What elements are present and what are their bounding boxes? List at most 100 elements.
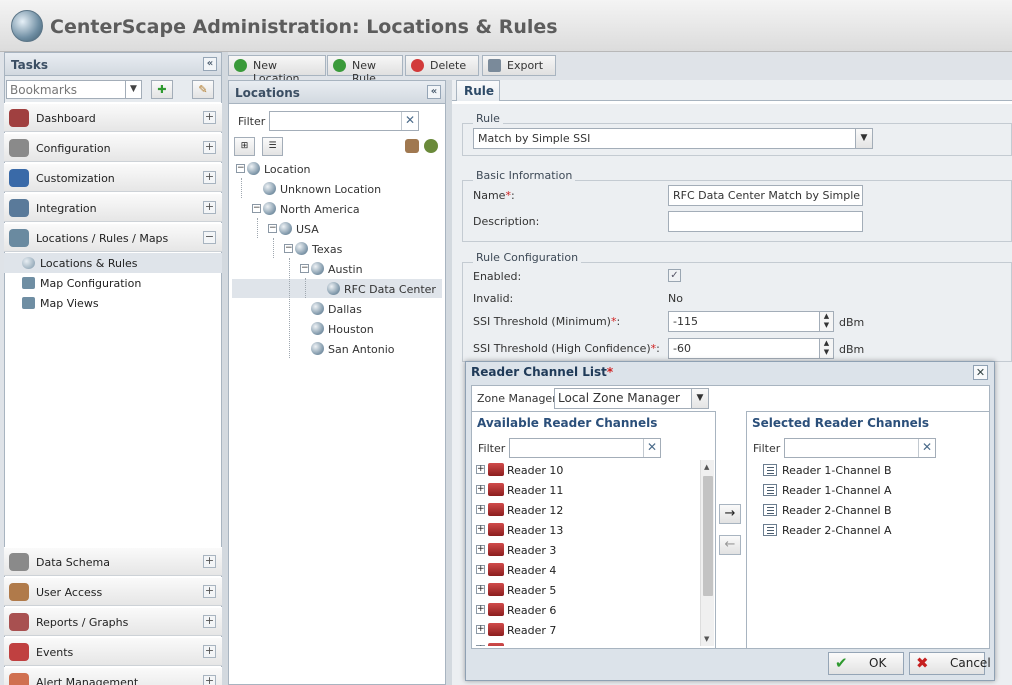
- list-item[interactable]: + Reader 6: [472, 600, 692, 620]
- task-group-integration[interactable]: Integration +: [4, 193, 222, 222]
- expand-icon[interactable]: +: [203, 585, 216, 598]
- collapse-node-icon[interactable]: −: [284, 244, 293, 253]
- sidebar-item-locations-rules[interactable]: Locations & Rules: [4, 253, 222, 273]
- collapse-node-icon[interactable]: −: [252, 204, 261, 213]
- list-item[interactable]: + Reader 5: [472, 580, 692, 600]
- list-item[interactable]: Reader 2-Channel A: [747, 520, 977, 540]
- scroll-down-icon[interactable]: ▼: [704, 635, 709, 643]
- task-group-locations-rules-maps[interactable]: Locations / Rules / Maps −: [4, 223, 222, 252]
- sidebar-item-map-views[interactable]: Map Views: [4, 293, 222, 313]
- new-location-button[interactable]: New Location: [228, 55, 326, 85]
- chevron-down-icon[interactable]: ▼: [125, 81, 141, 98]
- expand-icon[interactable]: +: [476, 625, 485, 634]
- list-item[interactable]: + Reader 11: [472, 480, 692, 500]
- edit-bookmark-button[interactable]: ✎: [192, 80, 214, 99]
- scroll-thumb[interactable]: [703, 476, 713, 596]
- task-group-reports-graphs[interactable]: Reports / Graphs +: [4, 607, 222, 636]
- expand-icon[interactable]: +: [476, 585, 485, 594]
- collapse-node-icon[interactable]: −: [236, 164, 245, 173]
- list-item[interactable]: + Reader 12: [472, 500, 692, 520]
- expand-icon[interactable]: +: [476, 605, 485, 614]
- expand-icon[interactable]: +: [476, 525, 485, 534]
- location-filter-input[interactable]: ✕: [269, 111, 419, 131]
- location-filter-label: Filter: [238, 115, 266, 128]
- export-button[interactable]: Export: [482, 55, 556, 76]
- available-filter-input[interactable]: ✕: [509, 438, 661, 458]
- ssi-high-stepper[interactable]: -60 ▲ ▼: [668, 338, 834, 359]
- task-group-customization[interactable]: Customization +: [4, 163, 222, 192]
- expand-icon[interactable]: +: [203, 555, 216, 568]
- list-item[interactable]: Reader 2-Channel B: [747, 500, 977, 520]
- close-icon[interactable]: ✕: [973, 365, 988, 380]
- expand-icon[interactable]: +: [203, 645, 216, 658]
- collapse-node-icon[interactable]: −: [268, 224, 277, 233]
- expand-icon[interactable]: +: [203, 111, 216, 124]
- chevron-down-icon[interactable]: ▼: [691, 389, 708, 408]
- expand-icon[interactable]: +: [203, 171, 216, 184]
- expand-icon[interactable]: +: [476, 565, 485, 574]
- expand-icon[interactable]: +: [203, 615, 216, 628]
- tree-node[interactable]: − North America: [252, 199, 432, 219]
- locate-icon[interactable]: [405, 139, 419, 153]
- task-group-user-access[interactable]: User Access +: [4, 577, 222, 606]
- collapse-locations-icon[interactable]: «: [427, 85, 441, 99]
- selected-filter-input[interactable]: ✕: [784, 438, 936, 458]
- collapse-node-icon[interactable]: −: [300, 264, 309, 273]
- new-rule-button[interactable]: New Rule: [327, 55, 403, 85]
- expand-icon[interactable]: +: [476, 545, 485, 554]
- cancel-button[interactable]: ✖ Cancel: [909, 652, 991, 675]
- tree-node[interactable]: − Texas: [284, 239, 464, 259]
- clear-filter-icon[interactable]: ✕: [401, 112, 418, 130]
- add-channel-button[interactable]: →: [719, 504, 741, 524]
- list-item[interactable]: + Reader 7: [472, 620, 692, 640]
- task-group-alert-management[interactable]: Alert Management +: [4, 667, 222, 685]
- scroll-up-icon[interactable]: ▲: [704, 463, 709, 471]
- expand-icon[interactable]: +: [203, 141, 216, 154]
- task-group-dashboard[interactable]: Dashboard +: [4, 103, 222, 132]
- list-item[interactable]: Reader 1-Channel A: [747, 480, 977, 500]
- tab-rule[interactable]: Rule: [456, 80, 500, 101]
- list-item[interactable]: Reader 1-Channel B: [747, 460, 977, 480]
- sidebar-item-map-configuration[interactable]: Map Configuration: [4, 273, 222, 293]
- expand-icon[interactable]: +: [476, 485, 485, 494]
- name-field[interactable]: RFC Data Center Match by Simple SSI: [668, 185, 863, 206]
- collapse-icon[interactable]: −: [203, 231, 216, 244]
- task-group-events[interactable]: Events +: [4, 637, 222, 666]
- tree-node[interactable]: − Location: [236, 159, 416, 179]
- spinner-icon[interactable]: ▲ ▼: [819, 339, 833, 358]
- ok-button[interactable]: ✔ OK: [828, 652, 904, 675]
- chevron-down-icon[interactable]: ▼: [855, 129, 872, 148]
- expand-icon[interactable]: +: [203, 675, 216, 685]
- delete-button[interactable]: Delete: [405, 55, 479, 76]
- description-field[interactable]: [668, 211, 863, 232]
- expand-icon[interactable]: +: [203, 201, 216, 214]
- clear-filter-icon[interactable]: ✕: [643, 439, 660, 457]
- zone-manager-select[interactable]: Local Zone Manager ▼: [554, 388, 709, 409]
- collapse-tasks-icon[interactable]: «: [203, 57, 217, 71]
- list-item[interactable]: + Reader 3: [472, 540, 692, 560]
- task-group-data-schema[interactable]: Data Schema +: [4, 547, 222, 576]
- clear-filter-icon[interactable]: ✕: [918, 439, 935, 457]
- expand-icon[interactable]: +: [476, 465, 485, 474]
- spinner-icon[interactable]: ▲ ▼: [819, 312, 833, 331]
- expand-icon[interactable]: +: [476, 645, 485, 646]
- collapse-all-button[interactable]: ☰: [262, 137, 283, 156]
- expand-all-button[interactable]: ⊞: [234, 137, 255, 156]
- rule-type-select[interactable]: Match by Simple SSI ▼: [473, 128, 873, 149]
- list-item[interactable]: + Reader 10: [472, 460, 692, 480]
- tree-node[interactable]: Unknown Location: [263, 179, 443, 199]
- list-item[interactable]: + Reader 4: [472, 560, 692, 580]
- bookmarks-select[interactable]: Bookmarks ▼: [6, 80, 142, 99]
- reader-icon: [488, 523, 504, 536]
- refresh-icon[interactable]: [424, 139, 438, 153]
- list-item[interactable]: + Reader 13: [472, 520, 692, 540]
- task-group-configuration[interactable]: Configuration +: [4, 133, 222, 162]
- available-scrollbar[interactable]: ▲ ▼: [700, 460, 714, 646]
- enabled-checkbox[interactable]: ✓: [668, 269, 681, 282]
- remove-channel-button[interactable]: ←: [719, 535, 741, 555]
- list-item[interactable]: + Reader 8: [472, 640, 692, 646]
- add-bookmark-button[interactable]: ✚: [151, 80, 173, 99]
- expand-icon[interactable]: +: [476, 505, 485, 514]
- tree-node[interactable]: − USA: [268, 219, 448, 239]
- ssi-min-stepper[interactable]: -115 ▲ ▼: [668, 311, 834, 332]
